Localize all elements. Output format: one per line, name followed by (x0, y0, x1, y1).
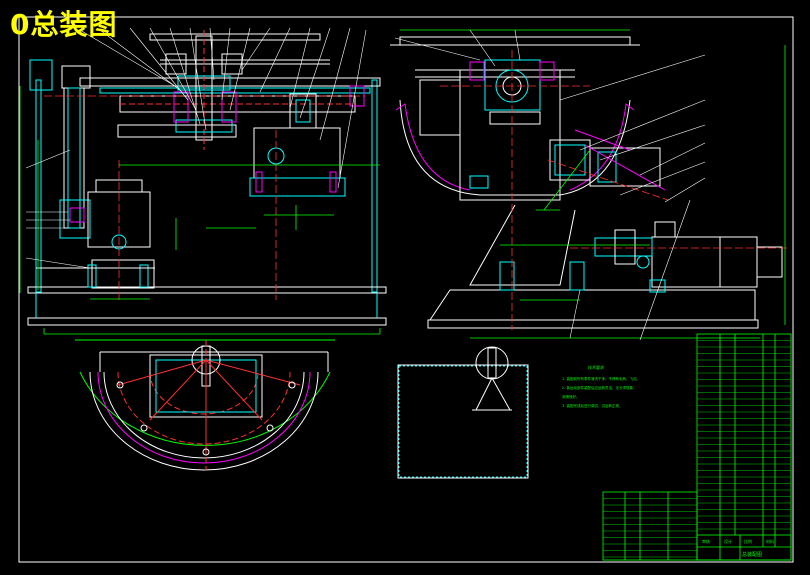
side-view (390, 36, 783, 329)
tech-note-line: 3. 装配完成后进行调试，试运转正常。 (562, 404, 623, 408)
title-block-cell: 材料 (766, 538, 774, 544)
parts-list-table (696, 333, 792, 561)
title-block-cell: 比例 (744, 538, 752, 544)
tech-note-line: 润滑良好。 (562, 395, 580, 399)
tech-note-line: 1. 装配前所有零件清洗干净，不得有毛刺、飞边。 (562, 377, 640, 381)
title-block-drawing-name: 总装配图 (742, 551, 762, 558)
tech-notes-heading: 技术要求 (588, 365, 604, 370)
assembly-drawing-canvas: 审核 设计 比例 材料 总装配图 (18, 16, 794, 563)
side-view-centerlines (440, 50, 790, 330)
section-view (397, 346, 529, 479)
technical-requirements: 技术要求 1. 装配前所有零件清洗干净，不得有毛刺、飞边。 2. 各运动部件装配… (562, 365, 692, 411)
front-view (27, 30, 387, 326)
top-view (75, 339, 335, 471)
title-block-cell: 设计 (724, 538, 732, 544)
parts-list-rows (697, 340, 791, 530)
title-block-cell: 审核 (702, 538, 710, 544)
secondary-table (602, 491, 698, 561)
side-view-dimensions (400, 29, 786, 339)
drawing-title: 0总装图 (10, 8, 118, 41)
tech-note-line: 2. 各运动部件装配后应运转灵活，无卡滞现象， (562, 386, 637, 390)
secondary-table-rows (603, 498, 697, 558)
